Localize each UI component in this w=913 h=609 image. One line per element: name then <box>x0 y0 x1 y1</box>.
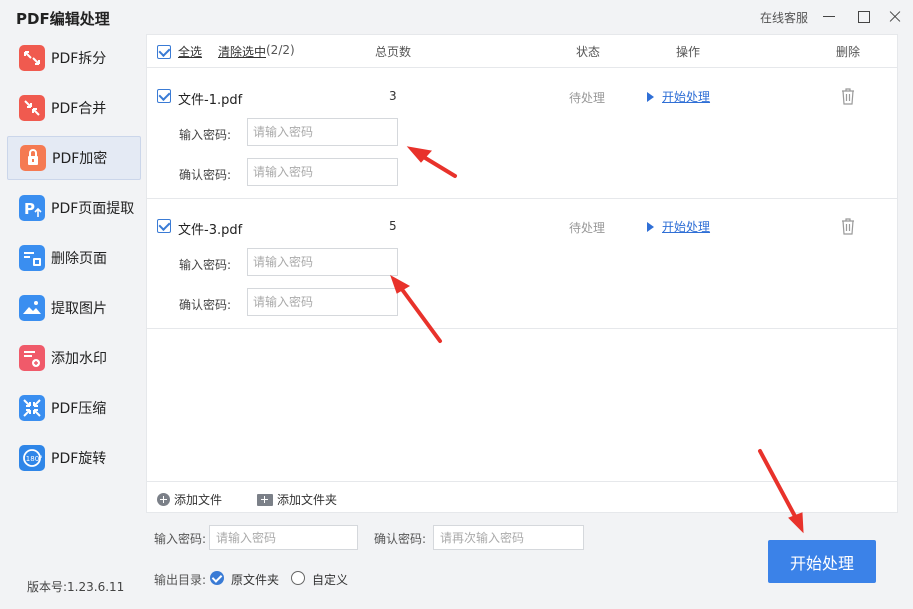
sidebar-item-label: PDF加密 <box>52 151 108 167</box>
plus-circle-icon <box>157 493 170 506</box>
sidebar-item-label: PDF页面提取 <box>51 201 135 217</box>
split-icon <box>19 45 45 71</box>
output-dir-label: 输出目录: <box>154 573 207 587</box>
sidebar-item-label: 添加水印 <box>51 351 107 367</box>
file-row: 文件-3.pdf 5 待处理 开始处理 输入密码: 确认密码: <box>147 199 897 329</box>
delete-page-icon <box>19 245 45 271</box>
confirm-password-input[interactable] <box>247 158 398 186</box>
sidebar-item-label: PDF旋转 <box>51 451 107 467</box>
start-process-link[interactable]: 开始处理 <box>647 218 710 235</box>
page-count: 5 <box>389 219 397 233</box>
minimize-button[interactable] <box>817 4 841 28</box>
compress-icon <box>19 395 45 421</box>
sidebar-item-pdf-split[interactable]: PDF拆分 <box>7 36 141 80</box>
sidebar-item-label: 删除页面 <box>51 251 107 267</box>
sidebar-item-extract-image[interactable]: 提取图片 <box>7 286 141 330</box>
lock-icon <box>20 145 46 171</box>
column-header-action: 操作 <box>676 45 701 59</box>
sidebar-item-pdf-merge[interactable]: PDF合并 <box>7 86 141 130</box>
start-process-button[interactable]: 开始处理 <box>768 540 876 583</box>
status-label: 待处理 <box>569 91 606 105</box>
file-name: 文件-3.pdf <box>178 223 243 238</box>
play-icon <box>647 221 654 232</box>
sidebar-item-delete-page[interactable]: 删除页面 <box>7 236 141 280</box>
global-password-input[interactable] <box>209 525 358 550</box>
add-folder-label: 添加文件夹 <box>277 493 338 507</box>
column-header-pages: 总页数 <box>375 45 412 59</box>
sidebar-item-add-watermark[interactable]: 添加水印 <box>7 336 141 380</box>
sidebar: PDF拆分 PDF合并 PDF加密 P PDF页面提取 删除页面 提取图片 添加… <box>0 34 146 609</box>
maximize-button[interactable] <box>851 4 875 28</box>
global-confirm-label: 确认密码: <box>374 532 427 546</box>
global-password-label: 输入密码: <box>154 532 207 546</box>
add-folder-button[interactable]: 添加文件夹 <box>257 491 337 508</box>
file-name: 文件-1.pdf <box>178 93 243 108</box>
rotate-icon: 180° <box>19 445 45 471</box>
sidebar-item-label: 提取图片 <box>51 301 107 317</box>
add-file-label: 添加文件 <box>174 493 223 507</box>
svg-text:P: P <box>24 200 35 218</box>
start-process-label: 开始处理 <box>662 90 711 104</box>
status-label: 待处理 <box>569 221 606 235</box>
add-bar: 添加文件 添加文件夹 <box>147 481 897 513</box>
password-input[interactable] <box>247 248 398 276</box>
version-label: 版本号:1.23.6.11 <box>27 580 125 594</box>
add-file-button[interactable]: 添加文件 <box>157 491 222 508</box>
app-title: PDF编辑处理 <box>16 10 110 28</box>
password-input[interactable] <box>247 118 398 146</box>
confirm-password-label: 确认密码: <box>179 298 232 312</box>
trash-icon[interactable] <box>840 87 856 105</box>
radio-original-folder[interactable] <box>210 571 224 585</box>
file-row: 文件-1.pdf 3 待处理 开始处理 输入密码: 确认密码: <box>147 69 897 199</box>
option-custom-label: 自定义 <box>312 573 349 587</box>
file-list-panel: 全选 清除选中 (2/2) 总页数 状态 操作 删除 文件-1.pdf 3 待处… <box>146 34 898 513</box>
global-confirm-input[interactable] <box>433 525 584 550</box>
sidebar-item-label: PDF合并 <box>51 101 107 117</box>
start-process-label: 开始处理 <box>662 220 711 234</box>
sidebar-item-pdf-rotate[interactable]: 180° PDF旋转 <box>7 436 141 480</box>
online-service-link[interactable]: 在线客服 <box>760 9 808 26</box>
sidebar-item-label: PDF压缩 <box>51 401 107 417</box>
title-bar: PDF编辑处理 在线客服 <box>0 0 913 34</box>
column-header-delete: 删除 <box>836 45 861 59</box>
close-button[interactable] <box>883 4 907 28</box>
page-count: 3 <box>389 89 397 103</box>
password-label: 输入密码: <box>179 128 232 142</box>
page-extract-icon: P <box>19 195 45 221</box>
start-process-link[interactable]: 开始处理 <box>647 88 710 105</box>
trash-icon[interactable] <box>840 217 856 235</box>
password-label: 输入密码: <box>179 258 232 272</box>
sidebar-item-page-extract[interactable]: P PDF页面提取 <box>7 186 141 230</box>
sidebar-item-label: PDF拆分 <box>51 51 107 67</box>
svg-text:180°: 180° <box>26 455 43 463</box>
watermark-icon <box>19 345 45 371</box>
confirm-password-input[interactable] <box>247 288 398 316</box>
select-all-link[interactable]: 全选 <box>178 43 202 60</box>
image-extract-icon <box>19 295 45 321</box>
radio-custom[interactable] <box>291 571 305 585</box>
sidebar-item-pdf-compress[interactable]: PDF压缩 <box>7 386 141 430</box>
selected-count: (2/2) <box>266 43 295 57</box>
select-all-checkbox[interactable] <box>157 45 171 59</box>
confirm-password-label: 确认密码: <box>179 168 232 182</box>
clear-selected-link[interactable]: 清除选中 <box>218 43 266 60</box>
column-header-status: 状态 <box>576 45 601 59</box>
folder-plus-icon <box>257 493 273 506</box>
file-checkbox[interactable] <box>157 219 171 233</box>
play-icon <box>647 91 654 102</box>
option-original-label: 原文件夹 <box>231 573 280 587</box>
sidebar-item-pdf-encrypt[interactable]: PDF加密 <box>7 136 141 180</box>
file-checkbox[interactable] <box>157 89 171 103</box>
table-header: 全选 清除选中 (2/2) 总页数 状态 操作 删除 <box>147 35 897 68</box>
merge-icon <box>19 95 45 121</box>
